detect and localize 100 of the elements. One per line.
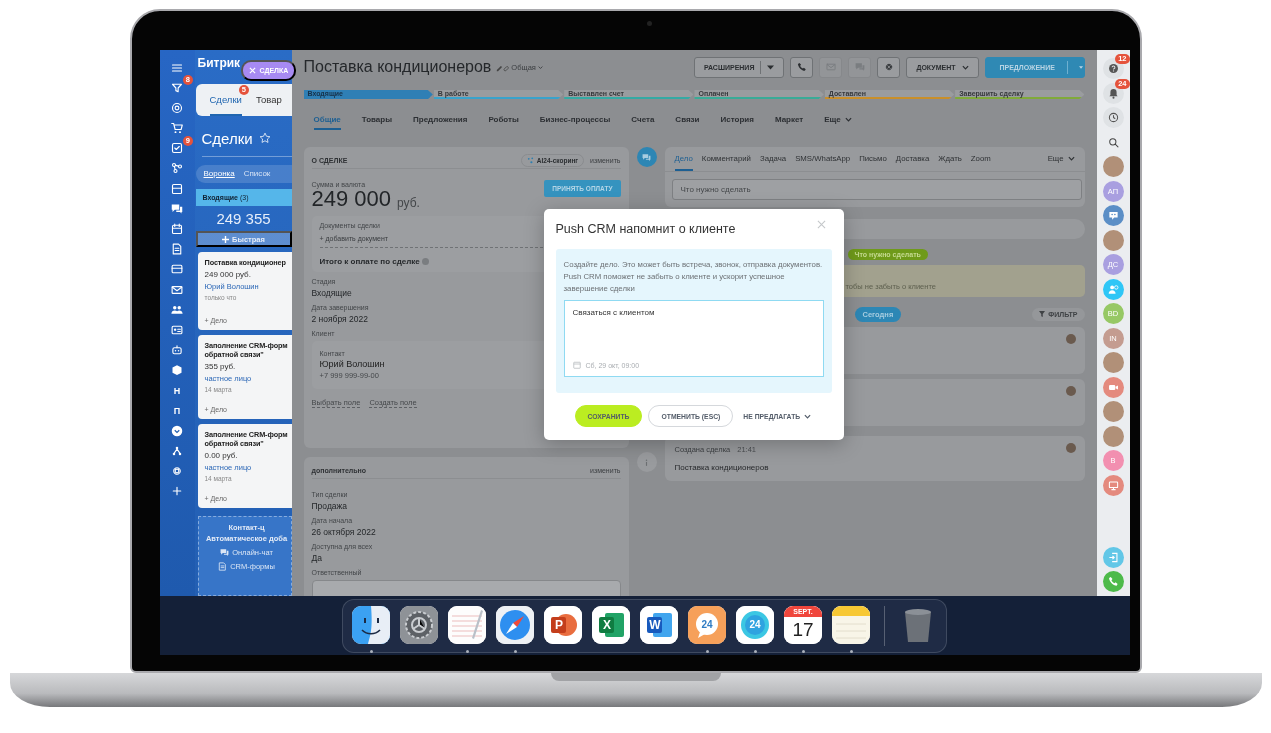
notes-app-icon[interactable] [832, 605, 870, 644]
user-avatar [1065, 334, 1076, 344]
robot-icon[interactable] [171, 344, 183, 357]
tab[interactable]: Еще [824, 115, 852, 130]
activity-input[interactable]: Что нужно сделать [671, 179, 1082, 200]
amount-value: 249 000 [311, 188, 392, 210]
caret-icon [804, 413, 812, 419]
tab[interactable]: Связи [675, 115, 700, 130]
field-value: 2 ноября 2022 [311, 314, 368, 324]
plus-icon[interactable] [171, 485, 183, 498]
presentation-button[interactable] [1102, 474, 1124, 496]
camera-dot [647, 21, 652, 26]
phone-icon [796, 62, 807, 72]
tab[interactable]: Счета [631, 115, 655, 130]
document-icon[interactable] [171, 243, 183, 256]
chat-icon [642, 152, 651, 162]
video-camera-button[interactable] [1102, 376, 1124, 398]
tab[interactable]: Бизнес-процессы [539, 115, 611, 130]
tab[interactable]: Сделки [209, 94, 242, 116]
chevron-circle-icon[interactable] [171, 424, 183, 437]
star-icon[interactable] [258, 132, 271, 144]
chat-clock-icon [1107, 112, 1119, 123]
presentation-app-icon[interactable]: P [544, 605, 582, 644]
plus-icon [222, 235, 230, 243]
caret-icon [537, 64, 543, 70]
caret-icon [961, 64, 969, 70]
chat-icon[interactable] [171, 202, 183, 215]
field-value: Да [311, 553, 322, 563]
card-amount: 355 руб. [204, 362, 237, 371]
field-value: Входящие [311, 288, 352, 298]
bell-icon [1107, 87, 1119, 99]
cube-icon[interactable] [171, 364, 183, 377]
page-title: Сделки [201, 129, 253, 147]
tab[interactable]: Товар [255, 94, 282, 116]
currency: руб. [397, 196, 420, 210]
view-tab[interactable]: Список [243, 169, 271, 179]
caret-icon [1079, 64, 1084, 70]
chat-icon [220, 548, 230, 557]
brand-name: Битрик [197, 56, 241, 72]
phone-icon [1107, 576, 1119, 587]
card-amount: 0.00 руб. [204, 451, 239, 460]
chat-icon [854, 62, 865, 72]
field-value: Продажа [311, 501, 347, 511]
chat-bubble-app-icon[interactable]: 24 [688, 605, 726, 644]
event-text: Поставка кондиционеров [674, 463, 770, 472]
total-label: Итого к оплате по сделке [319, 257, 420, 266]
word-processor-app-icon[interactable]: W [640, 605, 678, 644]
tab[interactable]: Товары [361, 115, 393, 130]
close-icon [248, 67, 256, 74]
caret-icon [844, 117, 852, 122]
field-value: 26 октября 2022 [311, 527, 376, 537]
filter-icon[interactable] [171, 81, 183, 94]
filter-icon [1039, 311, 1046, 317]
checkbox-icon[interactable] [171, 142, 183, 155]
tab[interactable]: Роботы [488, 115, 519, 130]
mail-icon[interactable] [171, 283, 183, 296]
tab[interactable]: История [720, 115, 754, 130]
cloud-app-icon[interactable]: 24 [736, 605, 774, 644]
nodes-icon[interactable] [171, 162, 183, 175]
help-icon [1107, 63, 1119, 74]
tab[interactable]: Маркет [774, 115, 804, 130]
settings-button[interactable] [877, 56, 901, 78]
user-avatar [1065, 443, 1076, 453]
caret-icon [767, 64, 775, 70]
menu-item[interactable]: Н [166, 382, 188, 399]
mail-icon [825, 62, 836, 72]
people-icon[interactable] [171, 303, 183, 316]
menu-icon[interactable] [171, 61, 183, 74]
help-button[interactable] [1102, 58, 1124, 79]
compass-app-icon[interactable] [496, 605, 534, 644]
menu-item[interactable]: П [166, 402, 188, 420]
tab[interactable]: Предложения [413, 115, 468, 130]
contact-name: Юрий Волошин [319, 359, 385, 369]
group-chat-button[interactable] [1102, 205, 1124, 226]
settings-icon[interactable] [171, 465, 183, 478]
column-total: 249 355 [215, 209, 272, 229]
settings-icon [883, 62, 894, 72]
calendar-icon[interactable] [171, 223, 183, 235]
notepad-app-icon[interactable] [448, 605, 486, 644]
id-card-icon[interactable] [171, 323, 183, 336]
terminal-icon[interactable] [171, 263, 183, 276]
target-icon[interactable] [171, 101, 183, 114]
face-app-icon[interactable] [352, 605, 390, 644]
phone-button[interactable] [790, 56, 814, 78]
spreadsheet-app-icon[interactable]: X [592, 605, 630, 644]
cart-icon[interactable] [171, 122, 183, 135]
user-avatar [1065, 386, 1076, 396]
presentation-icon [1107, 479, 1119, 491]
exit-icon [1107, 551, 1119, 563]
dialog-title: Push CRM напомнит о клиенте [555, 222, 736, 236]
tree-icon[interactable] [171, 445, 183, 458]
view-tab[interactable]: Воронка [203, 169, 235, 179]
panel-icon[interactable] [171, 182, 183, 195]
card-amount: 249 000 руб. [204, 270, 252, 279]
user-clock-icon [1107, 283, 1119, 295]
chat-clock-button[interactable] [1102, 107, 1124, 128]
search-icon [1107, 136, 1119, 148]
gear-app-icon[interactable] [400, 605, 438, 644]
deal-title: Поставка кондиционеров [303, 58, 492, 76]
group-chat-icon [1107, 210, 1119, 221]
